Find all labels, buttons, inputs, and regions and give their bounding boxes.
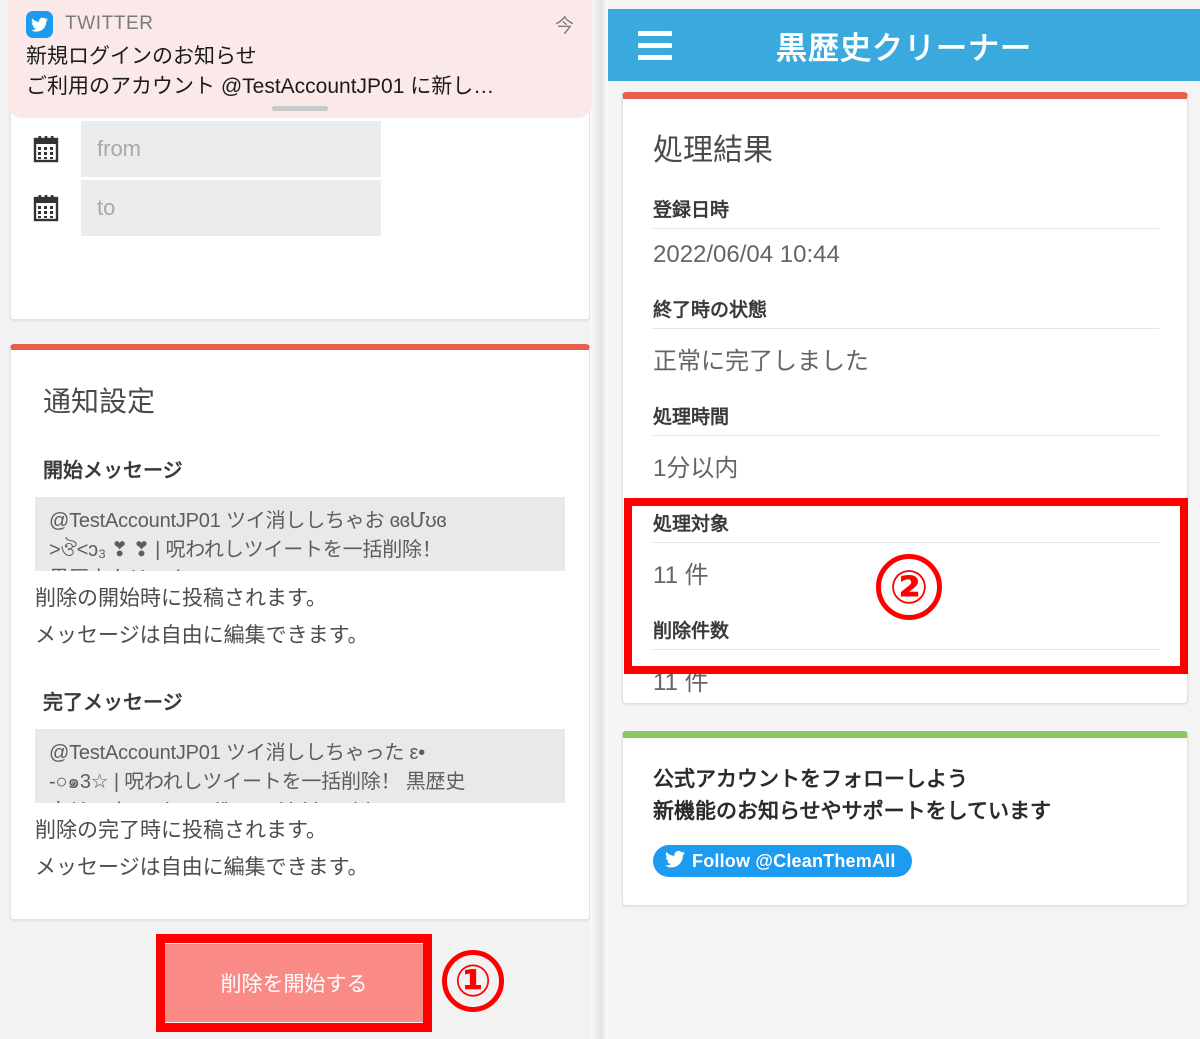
result-value-deleted-count: 11 件 xyxy=(653,669,709,696)
follow-headline: 公式アカウントをフォローしよう xyxy=(653,768,968,791)
app-bar: 黒歴史クリーナー xyxy=(608,9,1200,81)
annotation-box-1 xyxy=(156,934,432,1032)
follow-subline: 新機能のお知らせやサポートをしています xyxy=(653,799,1051,823)
done-message-hint-1: 削除の完了時に投稿されます。 xyxy=(35,819,327,843)
follow-button[interactable]: Follow @CleanThemAll xyxy=(653,845,912,877)
notification-message: ご利用のアカウント @TestAccountJP01 に新し… xyxy=(26,74,495,98)
done-message-line2: -○๑3☆ | 呪われしツイートを一括削除！ 黒歴史 xyxy=(49,771,466,794)
notification-settings-title: 通知設定 xyxy=(43,386,156,417)
done-message-label: 完了メッセージ xyxy=(43,692,183,715)
result-label-end-status: 終了時の状態 xyxy=(653,269,1159,329)
calendar-icon xyxy=(33,194,59,222)
notification-header: TWITTER 今 xyxy=(8,0,592,38)
right-phone-screen: 黒歴史クリーナー 処理結果 登録日時 2022/06/04 10:44 終了時の… xyxy=(600,0,1200,1039)
follow-account-card: 公式アカウントをフォローしよう 新機能のお知らせやサポートをしています Foll… xyxy=(622,731,1188,906)
notification-settings-card: 通知設定 開始メッセージ @TestAccountJP01 ツイ消ししちゃお ɞ… xyxy=(10,344,590,920)
start-message-label: 開始メッセージ xyxy=(43,460,183,482)
date-to-input[interactable]: to xyxy=(81,180,381,236)
notification-grabber-handle[interactable] xyxy=(272,106,328,111)
notification-body: 新規ログインのお知らせ ご利用のアカウント @TestAccountJP01 に… xyxy=(8,38,592,102)
result-value-end-status: 正常に完了しました xyxy=(653,348,869,375)
result-value-process-time: 1分以内 xyxy=(653,455,739,482)
start-message-hint-1: 削除の開始時に投稿されます。 xyxy=(35,587,327,610)
result-label-registered-at: 登録日時 xyxy=(653,169,1159,229)
annotation-marker-2: ② xyxy=(876,554,942,620)
hamburger-menu-icon[interactable] xyxy=(638,30,672,60)
date-from-input[interactable]: from xyxy=(81,121,381,177)
follow-button-label: Follow @CleanThemAll xyxy=(692,850,896,871)
twitter-bird-icon xyxy=(665,849,692,874)
calendar-icon xyxy=(33,135,59,163)
start-message-textarea[interactable]: @TestAccountJP01 ツイ消ししちゃお ɞɞՄʊɞ >ঔ<ͻ₃ ❣ … xyxy=(35,497,565,571)
start-message-line1: @TestAccountJP01 ツイ消ししちゃお ɞɞՄʊɞ xyxy=(49,510,447,532)
notification-app-name: TWITTER xyxy=(65,13,154,34)
done-message-line1: @TestAccountJP01 ツイ消ししちゃった ε• xyxy=(49,742,426,765)
twitter-push-notification[interactable]: TWITTER 今 新規ログインのお知らせ ご利用のアカウント @TestAcc… xyxy=(8,0,592,118)
date-to-row[interactable]: to xyxy=(11,180,589,236)
date-from-row[interactable]: from xyxy=(11,121,589,177)
done-message-textarea[interactable]: @TestAccountJP01 ツイ消ししちゃった ε• -○๑3☆ | 呪わ… xyxy=(35,729,565,804)
done-message-hint-2: メッセージは自由に編集できます。 xyxy=(35,855,369,879)
app-title: 黒歴史クリーナー xyxy=(776,30,1032,66)
result-value-registered-at: 2022/06/04 10:44 xyxy=(653,241,840,268)
start-message-hint-2: メッセージは自由に編集できます。 xyxy=(35,623,369,647)
result-row: 登録日時 2022/06/04 10:44 xyxy=(623,169,1187,269)
annotation-marker-1: ① xyxy=(442,950,504,1012)
notification-title: 新規ログインのお知らせ xyxy=(26,45,257,68)
start-message-line2: >ঔ<ͻ₃ ❣ ❣ | 呪われしツイートを一括削除！ xyxy=(49,539,442,561)
process-result-title: 処理結果 xyxy=(653,134,773,167)
twitter-bird-icon xyxy=(26,10,53,38)
result-row: 終了時の状態 正常に完了しました xyxy=(623,269,1187,376)
screenshot-root: from to 通知設定 開始メッセージ @TestAccountJP01 ツイ… xyxy=(0,0,1200,1039)
result-label-process-time: 処理時間 xyxy=(653,376,1159,436)
left-phone-screen: from to 通知設定 開始メッセージ @TestAccountJP01 ツイ… xyxy=(0,0,600,1039)
result-row: 処理時間 1分以内 xyxy=(623,376,1187,483)
notification-timestamp: 今 xyxy=(554,15,574,37)
result-label-target-count: 処理対象 xyxy=(653,483,1159,543)
